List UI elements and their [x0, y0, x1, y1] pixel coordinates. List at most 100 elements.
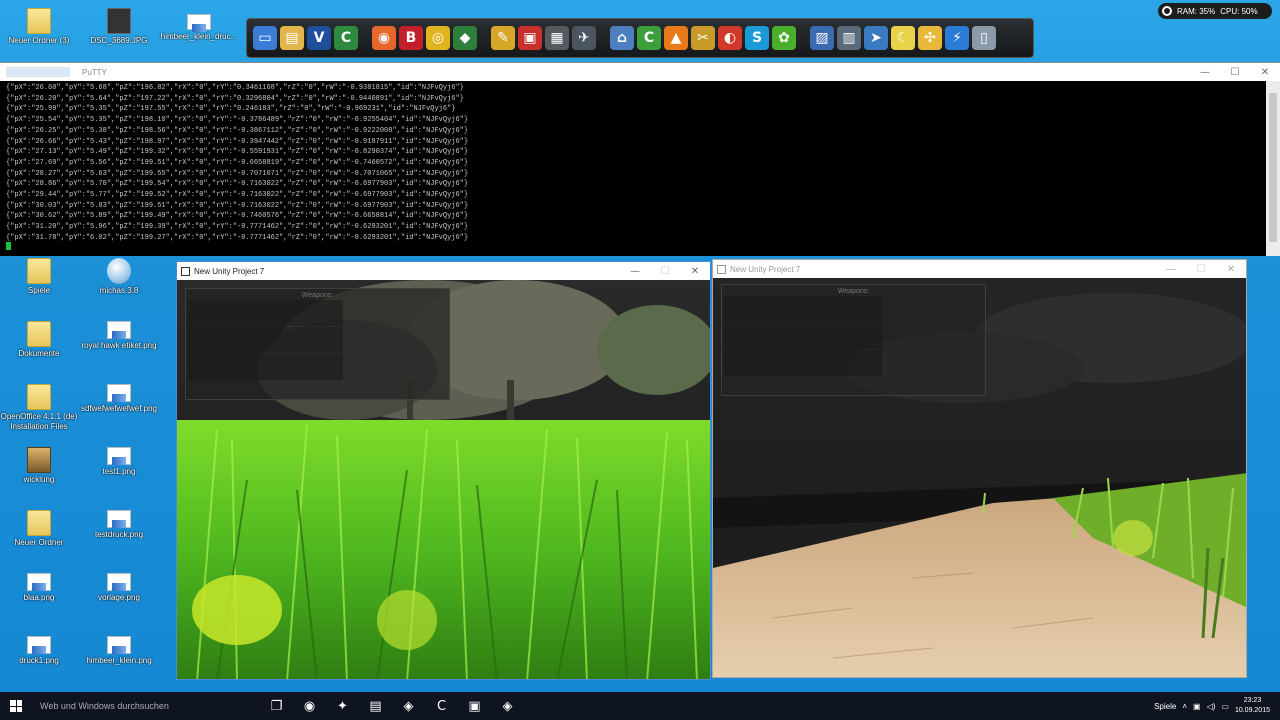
game-viewport-right[interactable]: Weapons:: [713, 278, 1246, 677]
desktop-icon[interactable]: Dokumente: [0, 321, 78, 359]
vlc-icon[interactable]: ▲: [664, 26, 688, 50]
recycle-bin-icon[interactable]: ▯: [972, 26, 996, 50]
task-view-icon[interactable]: ❐: [260, 692, 293, 720]
desktop-icon[interactable]: druck1.png: [0, 636, 78, 666]
chevron-up-icon[interactable]: ˄: [1182, 702, 1187, 711]
folder-icon[interactable]: ▤: [280, 26, 304, 50]
scrollbar-thumb[interactable]: [1269, 93, 1277, 242]
minimize-button[interactable]: —: [620, 266, 650, 277]
png-file-icon: [107, 447, 131, 465]
fighter-icon[interactable]: ✈: [572, 26, 596, 50]
weapon-slot[interactable]: [724, 323, 882, 349]
png-file-icon: [27, 636, 51, 654]
maximize-button[interactable]: ☐: [1220, 67, 1250, 78]
cura-icon[interactable]: C: [637, 26, 661, 50]
weapon-slot[interactable]: [188, 327, 343, 353]
hub-icon[interactable]: ✣: [918, 26, 942, 50]
network-drive-icon[interactable]: ▨: [810, 26, 834, 50]
folder-icon: [27, 510, 51, 536]
desktop-icon[interactable]: OpenOffice 4.1.1 (de) Installation Files: [0, 384, 78, 432]
desktop-icon-neuer-ordner-3[interactable]: Neuer Ordner (3): [0, 8, 78, 46]
terminal-line: {"pX":"25.99","pY":"5.35","pZ":"197.55",…: [6, 105, 456, 114]
pen-tool-icon[interactable]: ✎: [491, 26, 515, 50]
unity2-taskbar-icon[interactable]: ◈: [491, 692, 524, 720]
monitor-icon[interactable]: ▭: [253, 26, 277, 50]
close-button[interactable]: ✕: [680, 266, 710, 277]
desktop-icon[interactable]: Spiele: [0, 258, 78, 296]
weapon-slot[interactable]: [188, 300, 343, 326]
desktop-icon[interactable]: test1.png: [80, 447, 158, 477]
desktop-icon[interactable]: royal hawk etiket.png: [80, 321, 158, 351]
maximize-button[interactable]: ☐: [1186, 264, 1216, 275]
close-button[interactable]: ✕: [1250, 67, 1280, 78]
firefox-taskbar-icon[interactable]: ◉: [293, 692, 326, 720]
game-viewport-left[interactable]: Weapons:: [177, 280, 710, 679]
weapon-slot[interactable]: [188, 354, 343, 380]
desktop-icon[interactable]: sdfwefwefwefwef.png: [80, 384, 158, 414]
skype-icon[interactable]: S: [745, 26, 769, 50]
start-button[interactable]: [0, 692, 32, 720]
csharp-icon[interactable]: C: [334, 26, 358, 50]
desktop-icon-dsc-3689[interactable]: DSC_3689.JPG: [80, 8, 158, 46]
visual-assist-icon[interactable]: V: [307, 26, 331, 50]
putty-window[interactable]: PuTTY — ☐ ✕ {"pX":"26.60","pY":"5.68","p…: [0, 62, 1280, 256]
terminal-taskbar-icon[interactable]: ▣: [458, 692, 491, 720]
unity-taskbar-icon[interactable]: ◈: [392, 692, 425, 720]
png-file-icon: [27, 573, 51, 591]
network-icon[interactable]: ⌂: [610, 26, 634, 50]
tv-icon[interactable]: ▦: [545, 26, 569, 50]
clock[interactable]: 23:23 10.09.2015: [1235, 696, 1270, 716]
volume-icon[interactable]: ◁): [1207, 702, 1216, 711]
minimize-button[interactable]: —: [1156, 264, 1186, 275]
notification-icon[interactable]: ▭: [1221, 702, 1229, 711]
desktop-icon[interactable]: michas.3.8: [80, 258, 158, 296]
png-file-icon: [107, 384, 131, 402]
quick-launch-toolbar: ▭ ▤ V C ◉ B ◎ ◆ ✎ ▣ ▦ ✈ ⌂ C ▲ ✂ ◐ S ✿ ▨ ▥ ➤ ☾ ✣ ⚡ ▯: [246, 18, 1034, 58]
arrow-icon[interactable]: ➤: [864, 26, 888, 50]
desktop-icon[interactable]: himbeer_klein.png: [80, 636, 158, 666]
cura-taskbar-icon[interactable]: ✦: [326, 692, 359, 720]
terminal-line: {"pX":"26.66","pY":"5.43","pZ":"198.97",…: [6, 137, 469, 146]
terminal-line: {"pX":"27.13","pY":"5.49","pZ":"199.32",…: [6, 148, 469, 157]
tools-icon[interactable]: ✂: [691, 26, 715, 50]
b-app-icon[interactable]: B: [399, 26, 423, 50]
chrome-icon[interactable]: ◎: [426, 26, 450, 50]
bolt-icon[interactable]: ⚡: [945, 26, 969, 50]
alarm-icon[interactable]: ◐: [718, 26, 742, 50]
weapon-slot[interactable]: [724, 350, 882, 376]
icq-icon[interactable]: ✿: [772, 26, 796, 50]
network-icon[interactable]: ▣: [1193, 702, 1201, 711]
unity-right-titlebar[interactable]: New Unity Project 7 — ☐ ✕: [713, 260, 1246, 278]
unity-window-left[interactable]: New Unity Project 7 — ☐ ✕ Weapons:: [176, 261, 711, 680]
minimize-button[interactable]: —: [1190, 67, 1220, 78]
unity-window-right[interactable]: New Unity Project 7 — ☐ ✕ Weapons:: [712, 259, 1247, 678]
usb-icon[interactable]: ▥: [837, 26, 861, 50]
terminal-line: {"pX":"27.69","pY":"5.56","pZ":"199.51",…: [6, 158, 469, 167]
desktop-icon[interactable]: blaa.png: [0, 573, 78, 603]
putty-titlebar[interactable]: PuTTY — ☐ ✕: [0, 63, 1280, 81]
moon-icon[interactable]: ☾: [891, 26, 915, 50]
desktop-icon[interactable]: wicklung: [0, 447, 78, 485]
terminal-scrollbar[interactable]: [1266, 81, 1280, 256]
tray-toolbar-label[interactable]: Spiele: [1154, 702, 1176, 711]
putty-taskbar-icon[interactable]: C: [425, 692, 458, 720]
globe-icon: [107, 258, 131, 284]
mutant-icon[interactable]: ◆: [453, 26, 477, 50]
desktop-icon-himbeer-klein-druck[interactable]: himbeer_klein_druc...: [160, 14, 238, 42]
desktop-icon[interactable]: vorlage.png: [80, 573, 158, 603]
weapons-panel: Weapons:: [721, 284, 986, 396]
media-icon[interactable]: ▣: [518, 26, 542, 50]
explorer-taskbar-icon[interactable]: ▤: [359, 692, 392, 720]
terminal-line: {"pX":"30.03","pY":"5.83","pZ":"199.51",…: [6, 201, 469, 210]
cpu-usage: CPU: 50%: [1220, 6, 1258, 16]
desktop-icon[interactable]: Neuer Ordner: [0, 510, 78, 548]
unity-left-titlebar[interactable]: New Unity Project 7 — ☐ ✕: [177, 262, 710, 280]
firefox-icon[interactable]: ◉: [372, 26, 396, 50]
terminal-output[interactable]: {"pX":"26.60","pY":"5.68","pZ":"196.82",…: [0, 81, 1280, 246]
desktop-icon[interactable]: testdruck.png: [80, 510, 158, 540]
close-button[interactable]: ✕: [1216, 264, 1246, 275]
weapon-slot[interactable]: [724, 296, 882, 322]
search-box[interactable]: Web und Windows durchsuchen: [32, 692, 260, 720]
terminal-line: {"pX":"30.62","pY":"5.89","pZ":"199.49",…: [6, 212, 469, 221]
maximize-button[interactable]: ☐: [650, 266, 680, 277]
